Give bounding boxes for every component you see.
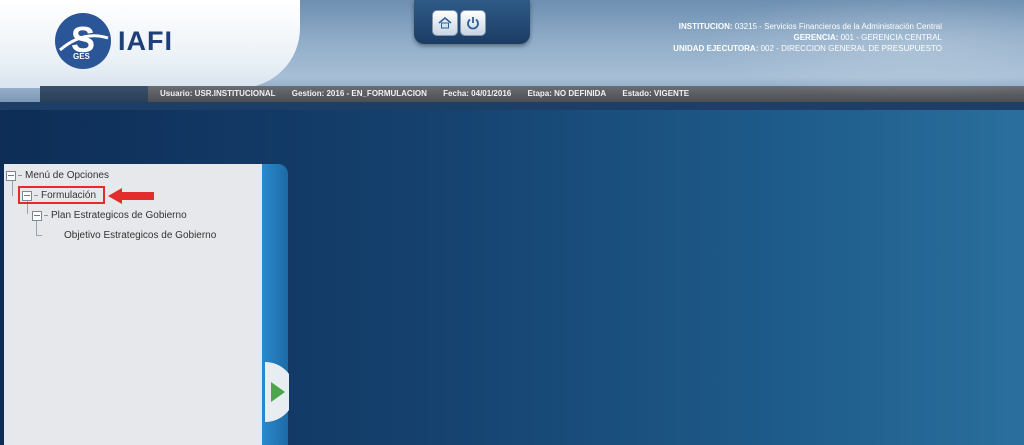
logo-panel: S IAFI GES bbox=[0, 0, 300, 88]
menu-item-label: Objetivo Estrategicos de Gobierno bbox=[64, 230, 217, 241]
tree-connector bbox=[18, 175, 22, 176]
institucion-value: 03215 - Servicios Financieros de la Admi… bbox=[734, 22, 942, 31]
highlight-box bbox=[18, 186, 105, 204]
status-bar: Usuario: USR.INSTITUCIONAL Gestion: 2016… bbox=[40, 86, 1024, 102]
institucion-label: INSTITUCION: bbox=[678, 22, 733, 31]
status-items: Usuario: USR.INSTITUCIONAL Gestion: 2016… bbox=[160, 89, 703, 98]
status-fecha: Fecha: 04/01/2016 bbox=[443, 89, 512, 98]
institution-info: INSTITUCION: 03215 - Servicios Financier… bbox=[673, 21, 942, 54]
gerencia-value: 001 - GERENCIA CENTRAL bbox=[840, 33, 942, 42]
home-button[interactable] bbox=[432, 10, 458, 36]
tree-connector bbox=[44, 215, 48, 216]
status-bar-lip bbox=[40, 86, 148, 102]
status-etapa: Etapa: NO DEFINIDA bbox=[527, 89, 607, 98]
app-header: S IAFI GES INSTITUCION: 03215 - Servicio… bbox=[0, 0, 1024, 110]
collapse-icon bbox=[6, 170, 16, 181]
menu-root[interactable]: Menú de Opciones bbox=[6, 170, 109, 181]
home-icon bbox=[438, 17, 452, 29]
siafi-logo-icon: S bbox=[55, 13, 111, 69]
brand-sub: GES bbox=[73, 52, 90, 61]
gerencia-label: GERENCIA: bbox=[793, 33, 839, 42]
brand-name: IAFI bbox=[118, 26, 173, 56]
header-bottom-band bbox=[0, 102, 1024, 110]
status-usuario: Usuario: USR.INSTITUCIONAL bbox=[160, 89, 276, 98]
menu-root-label: Menú de Opciones bbox=[25, 170, 109, 181]
menu-item-objetivo-estrategicos[interactable]: Objetivo Estrategicos de Gobierno bbox=[64, 230, 216, 241]
power-button[interactable] bbox=[460, 10, 486, 36]
expand-panel-button[interactable] bbox=[265, 362, 289, 422]
top-toolbar bbox=[414, 0, 530, 44]
unidad-value: 002 - DIRECCION GENERAL DE PRESUPUESTO bbox=[760, 44, 942, 53]
menu-item-label: Plan Estrategicos de Gobierno bbox=[51, 210, 187, 221]
menu-item-plan-estrategicos[interactable]: Plan Estrategicos de Gobierno bbox=[32, 210, 187, 221]
options-menu-panel: Menú de Opciones Formulación Plan Estrat… bbox=[4, 164, 262, 445]
status-gestion: Gestion: 2016 - EN_FORMULACION bbox=[291, 89, 427, 98]
power-icon bbox=[467, 17, 479, 30]
collapse-icon bbox=[32, 210, 42, 221]
status-estado: Estado: VIGENTE bbox=[622, 89, 690, 98]
red-arrow-icon bbox=[108, 188, 154, 204]
unidad-label: UNIDAD EJECUTORA: bbox=[673, 44, 759, 53]
